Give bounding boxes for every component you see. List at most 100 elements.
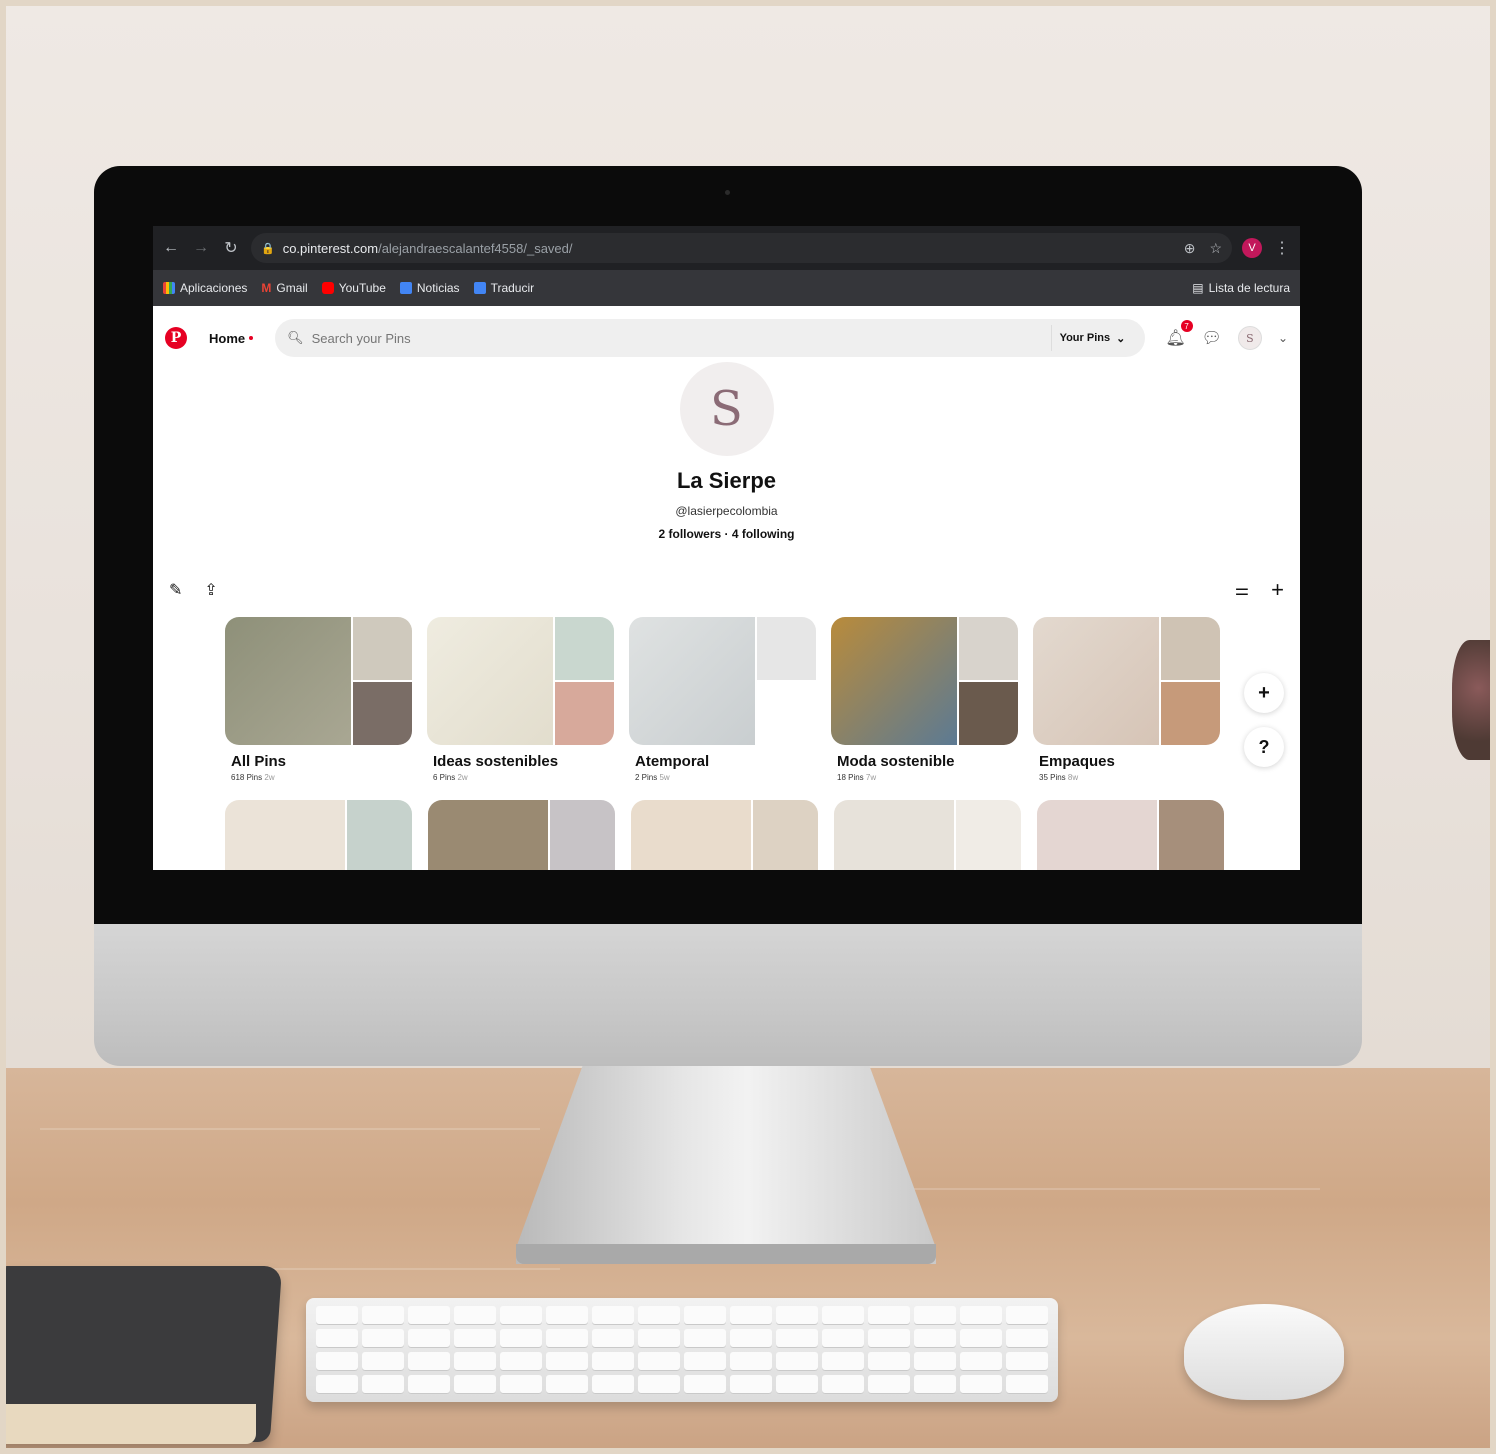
board-title: Empaques xyxy=(1039,753,1115,770)
pin-tile[interactable] xyxy=(225,800,412,870)
board-card[interactable]: Ideas sostenibles 6 Pins 2w xyxy=(427,617,614,782)
keyboard-key xyxy=(776,1352,818,1371)
board-age: 2w xyxy=(264,773,275,782)
forward-arrow-icon[interactable]: → xyxy=(191,239,211,257)
follow-stats[interactable]: 2 followers · 4 following xyxy=(153,527,1300,541)
keyboard-key xyxy=(1006,1375,1048,1394)
imac-base xyxy=(516,1244,936,1264)
keyboard-key xyxy=(500,1375,542,1394)
board-card[interactable]: Atemporal 2 Pins 5w xyxy=(629,617,816,782)
search-icon: 🔍︎ xyxy=(287,330,304,345)
bookmark-gmail[interactable]: M Gmail xyxy=(261,281,307,295)
bookmark-label: YouTube xyxy=(338,281,386,295)
keyboard-key xyxy=(822,1329,864,1348)
search-input[interactable]: Search your Pins xyxy=(312,331,1043,346)
account-chevron-down-icon[interactable]: ⌄ xyxy=(1278,331,1288,345)
url-path: /alejandraescalantef4558/_saved/ xyxy=(378,240,573,256)
bookmark-aplicaciones[interactable]: Aplicaciones xyxy=(163,281,247,295)
browser-profile-avatar[interactable]: V xyxy=(1242,238,1262,258)
keyboard-key xyxy=(960,1375,1002,1394)
keyboard-key xyxy=(638,1329,680,1348)
board-count: 618 Pins xyxy=(231,773,263,782)
keyboard-key xyxy=(960,1306,1002,1325)
keyboard-key xyxy=(454,1375,496,1394)
bookmark-youtube[interactable]: YouTube xyxy=(321,281,386,295)
help-button[interactable]: ? xyxy=(1244,727,1284,767)
pin-tile[interactable] xyxy=(631,800,818,870)
monitor-screen: ← → ↻ 🔒 co.pinterest.com/alejandraescala… xyxy=(153,226,1300,870)
profile-section: S La Sierpe @lasierpecolombia 2 follower… xyxy=(153,362,1300,541)
pinterest-logo-icon[interactable]: P xyxy=(165,327,187,349)
keyboard-key xyxy=(454,1306,496,1325)
keyboard-key xyxy=(316,1306,358,1325)
keyboard-key xyxy=(684,1306,726,1325)
keyboard-key xyxy=(822,1352,864,1371)
bookmark-label: Traducir xyxy=(490,281,535,295)
user-avatar[interactable]: S xyxy=(1237,326,1262,350)
bookmark-label: Noticias xyxy=(416,281,460,295)
pin-tile[interactable] xyxy=(834,800,1021,870)
plant-leaves xyxy=(1452,640,1496,760)
keyboard-key xyxy=(316,1329,358,1348)
pin-tile[interactable] xyxy=(1037,800,1224,870)
keyboard-key xyxy=(1006,1329,1048,1348)
board-age: 5w xyxy=(659,773,670,782)
youtube-icon xyxy=(321,282,334,294)
add-pin-button[interactable]: + xyxy=(1244,673,1284,713)
keyboard-key xyxy=(730,1352,772,1371)
filter-sliders-icon[interactable]: ⚌ xyxy=(1235,580,1249,600)
bookmark-traducir[interactable]: Traducir xyxy=(473,281,535,295)
board-meta: 618 Pins 2w xyxy=(225,773,412,782)
keyboard-key xyxy=(684,1375,726,1394)
notifications-button[interactable]: 🔔︎ 7 xyxy=(1165,320,1193,348)
translate-icon xyxy=(473,282,486,294)
apps-grid-icon xyxy=(163,282,175,294)
your-pins-dropdown[interactable]: Your Pins ⌄ xyxy=(1050,325,1134,351)
keyboard-key xyxy=(546,1329,588,1348)
keyboard-key xyxy=(730,1375,772,1394)
edit-pencil-icon[interactable]: ✎ xyxy=(169,580,182,600)
url-host: co.pinterest.com xyxy=(282,240,379,256)
bookmark-noticias[interactable]: Noticias xyxy=(399,281,460,295)
keyboard-key xyxy=(638,1352,680,1371)
board-cover xyxy=(427,617,614,745)
search-bar[interactable]: 🔍︎ Search your Pins Your Pins ⌄ xyxy=(275,319,1146,357)
board-card[interactable]: Empaques 35 Pins 8w xyxy=(1033,617,1220,782)
address-bar[interactable]: 🔒 co.pinterest.com/alejandraescalantef45… xyxy=(251,233,1232,263)
reload-icon[interactable]: ↻ xyxy=(221,238,241,258)
board-meta: 35 Pins 8w xyxy=(1033,773,1220,782)
home-nav-link[interactable]: Home xyxy=(199,331,263,346)
boards-grid: All Pins 618 Pins 2w Ideas sostenibles 6… xyxy=(153,617,1300,782)
board-title: All Pins xyxy=(231,753,287,770)
board-cover xyxy=(629,617,816,745)
imac-chin xyxy=(94,920,1362,1066)
board-card[interactable]: All Pins 618 Pins 2w xyxy=(225,617,412,782)
board-meta: 6 Pins 2w xyxy=(427,773,614,782)
keyboard-key xyxy=(592,1352,634,1371)
create-plus-icon[interactable]: + xyxy=(1271,577,1284,603)
keyboard-key xyxy=(500,1352,542,1371)
imac-camera xyxy=(725,190,730,195)
profile-avatar-letter: S xyxy=(710,381,743,437)
reading-list-icon: ▤ xyxy=(1192,281,1204,295)
board-title: Moda sostenible xyxy=(837,753,955,770)
keyboard-key xyxy=(914,1375,956,1394)
mouse xyxy=(1184,1304,1344,1400)
browser-menu-icon[interactable]: ⋮ xyxy=(1272,238,1292,258)
keyboard-key xyxy=(362,1352,404,1371)
back-arrow-icon[interactable]: ← xyxy=(161,239,181,257)
keyboard-key xyxy=(868,1352,910,1371)
keyboard-key xyxy=(362,1329,404,1348)
board-card[interactable]: Moda sostenible 18 Pins 7w xyxy=(831,617,1018,782)
bookmarks-bar: Aplicaciones M Gmail YouTube Noticias Tr… xyxy=(153,270,1300,306)
pin-tile[interactable] xyxy=(428,800,615,870)
board-cover xyxy=(225,617,412,745)
messages-icon[interactable]: 💬︎ xyxy=(1202,328,1222,348)
reading-list-button[interactable]: ▤ Lista de lectura xyxy=(1192,281,1290,295)
board-count: 35 Pins xyxy=(1039,773,1066,782)
install-icon[interactable]: ⊕ xyxy=(1184,240,1196,257)
share-upload-icon[interactable]: ⇪ xyxy=(204,580,217,600)
keyboard-key xyxy=(362,1306,404,1325)
star-bookmark-icon[interactable]: ☆ xyxy=(1209,240,1222,257)
keyboard-key xyxy=(638,1306,680,1325)
